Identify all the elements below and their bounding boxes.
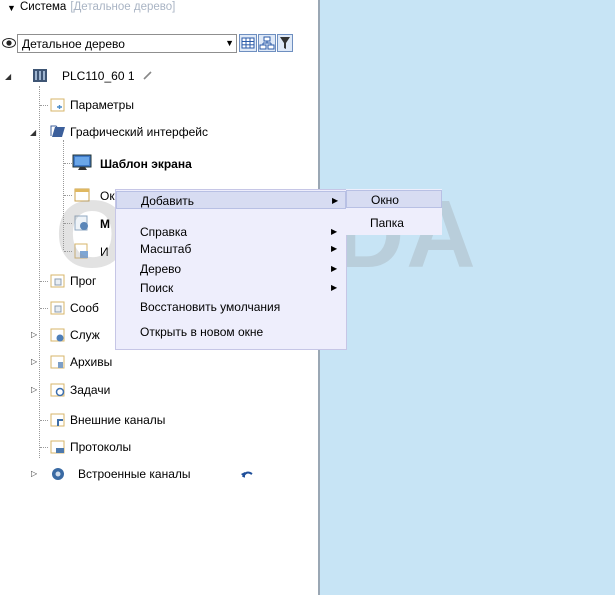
tree-item-label: Графический интерфейс (70, 125, 208, 139)
tree-item-gui[interactable]: ◢ Графический интерфейс (0, 122, 318, 142)
tree-item-messages[interactable]: Сооб (0, 298, 115, 318)
monitor-icon (72, 154, 92, 170)
menu-item-tree[interactable]: Дерево ▶ (116, 260, 346, 278)
tasks-folder-icon (50, 383, 65, 397)
panel-header[interactable]: ▼ Система [Детальное дерево] (0, 0, 318, 17)
context-menu: Добавить ▶ Справка ▶ Масштаб ▶ Дерево ▶ … (115, 189, 347, 350)
hierarchy-view-button[interactable] (258, 34, 276, 52)
submenu-item-window[interactable]: Окно (346, 190, 442, 208)
menu-item-label: Дерево (140, 262, 182, 276)
external-channels-folder-icon (50, 413, 65, 427)
menu-item-label: Восстановить умолчания (140, 300, 281, 314)
menu-item-label: Добавить (141, 194, 195, 208)
tree-item-label: Задачи (70, 383, 111, 397)
menu-item-label: Справка (140, 225, 188, 239)
panel-title: Система [Детальное дерево] (20, 1, 176, 13)
submenu-item-folder[interactable]: Папка (346, 214, 442, 232)
menu-item-open-new-window[interactable]: Открыть в новом окне (116, 323, 346, 341)
services-folder-icon (50, 328, 65, 342)
menu-item-help[interactable]: Справка ▶ (116, 223, 346, 241)
hierarchy-icon (259, 36, 275, 50)
view-mode-select[interactable]: Детальное дерево ▼ (17, 34, 237, 53)
link-icon (143, 71, 152, 80)
tree-item-label: Шаблон экрана (100, 157, 192, 171)
tree-item-label: Внешние каналы (70, 413, 166, 427)
tree-connector (40, 420, 48, 421)
submenu-add: Окно Папка (346, 189, 442, 235)
messages-folder-icon (50, 301, 65, 315)
tree-connector (64, 163, 72, 164)
tree-connector (40, 281, 48, 282)
grid-view-button[interactable] (239, 34, 257, 52)
expand-arrow-icon[interactable]: ▷ (31, 469, 37, 478)
protocols-folder-icon (50, 440, 65, 454)
tree-connector (40, 447, 48, 448)
tree-item-protocols[interactable]: Протоколы (0, 437, 318, 457)
tree-item-parameters[interactable]: Параметры (0, 95, 318, 115)
gui-folder-icon (50, 125, 65, 137)
submenu-arrow-icon: ▶ (331, 264, 338, 273)
eye-icon[interactable] (2, 37, 16, 49)
expand-arrow-icon[interactable]: ▷ (31, 357, 37, 366)
tree-item-label: Сооб (70, 301, 99, 315)
grid-icon (241, 37, 255, 49)
archive-folder-icon (50, 355, 65, 369)
tree-item-label: Служ (70, 328, 100, 342)
tree-item-label: Протоколы (70, 440, 132, 454)
tree-item-screen-template[interactable]: Шаблон экрана (0, 154, 318, 174)
submenu-arrow-icon: ▶ (331, 227, 338, 236)
tree-item-label: Встроенные каналы (78, 467, 191, 481)
tree-item-label: Параметры (70, 98, 134, 112)
submenu-arrow-icon: ▶ (332, 196, 339, 205)
view-mode-value: Детальное дерево (22, 37, 125, 51)
plc-device-icon (33, 69, 47, 82)
menu-item-label: Поиск (140, 281, 174, 295)
tree-item-tasks[interactable]: ▷ Задачи (0, 380, 318, 400)
menu-item-scale[interactable]: Масштаб ▶ (116, 240, 346, 258)
menu-item-restore-defaults[interactable]: Восстановить умолчания (116, 298, 346, 316)
collapse-triangle-icon[interactable]: ▼ (7, 3, 16, 13)
menu-item-label: Масштаб (140, 242, 192, 256)
undo-arrow-icon[interactable] (240, 469, 254, 479)
expand-arrow-icon[interactable]: ▷ (31, 330, 37, 339)
expand-arrow-icon[interactable]: ▷ (31, 385, 37, 394)
tree-item-label: Архивы (70, 355, 113, 369)
submenu-arrow-icon: ▶ (331, 244, 338, 253)
tree-item-label: PLC110_60 1 (62, 69, 135, 83)
filter-icon (280, 37, 290, 49)
tree-item-external-channels[interactable]: Внешние каналы (0, 410, 318, 430)
menu-item-label: Открыть в новом окне (140, 325, 264, 339)
workspace-area[interactable] (320, 0, 615, 595)
parameters-folder-icon (50, 98, 65, 112)
menu-item-add[interactable]: Добавить ▶ (116, 191, 346, 209)
menu-item-label: Папка (370, 216, 404, 230)
chevron-down-icon: ▼ (225, 38, 234, 48)
tree-item-root[interactable]: ◢ PLC110_60 1 (0, 66, 318, 86)
tree-connector (40, 105, 48, 106)
tree-item-services[interactable]: ▷ Служ (0, 325, 115, 345)
tree-connector (40, 308, 48, 309)
expand-arrow-icon[interactable]: ◢ (30, 128, 36, 137)
submenu-arrow-icon: ▶ (331, 283, 338, 292)
tree-item-archives[interactable]: ▷ Архивы (0, 352, 318, 372)
expand-arrow-icon[interactable]: ◢ (5, 72, 11, 81)
builtin-channels-gear-icon (52, 468, 64, 480)
menu-item-label: Окно (371, 193, 399, 207)
menu-item-search[interactable]: Поиск ▶ (116, 279, 346, 297)
tree-item-builtin-channels[interactable]: ▷ Встроенные каналы (0, 464, 318, 484)
filter-button[interactable] (277, 34, 293, 52)
